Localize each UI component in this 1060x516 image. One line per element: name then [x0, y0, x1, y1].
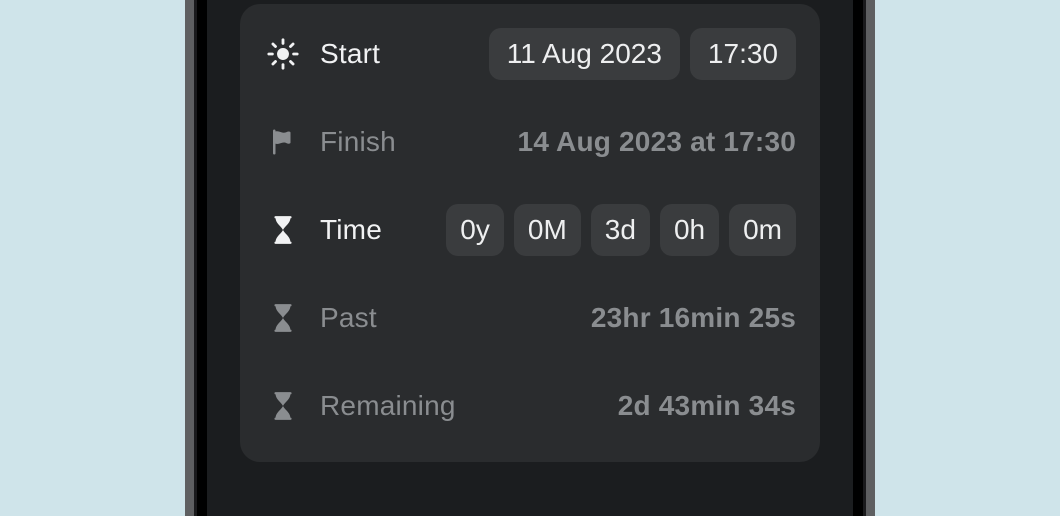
- remaining-value: 2d 43min 34s: [618, 390, 796, 422]
- start-label: Start: [320, 38, 380, 70]
- remaining-row: Remaining 2d 43min 34s: [264, 368, 796, 444]
- start-date-picker[interactable]: 11 Aug 2023: [489, 28, 680, 80]
- past-value: 23hr 16min 25s: [591, 302, 796, 334]
- flag-icon: [264, 127, 302, 157]
- time-years[interactable]: 0y: [446, 204, 504, 256]
- hourglass-icon: [264, 215, 302, 245]
- time-hours[interactable]: 0h: [660, 204, 719, 256]
- start-row: Start 11 Aug 2023 17:30: [264, 16, 796, 92]
- past-label: Past: [320, 302, 377, 334]
- start-time-picker[interactable]: 17:30: [690, 28, 796, 80]
- time-row: Time 0y 0M 3d 0h 0m: [264, 192, 796, 268]
- time-label: Time: [320, 214, 382, 246]
- time-months[interactable]: 0M: [514, 204, 581, 256]
- finish-value: 14 Aug 2023 at 17:30: [518, 126, 796, 158]
- hourglass-remaining-icon: [264, 391, 302, 421]
- screen: Start 11 Aug 2023 17:30 Finish 14 Aug 20: [207, 0, 853, 516]
- device-frame: Start 11 Aug 2023 17:30 Finish 14 Aug 20: [185, 0, 875, 516]
- remaining-label: Remaining: [320, 390, 456, 422]
- sun-icon: [264, 37, 302, 71]
- time-parts: 0y 0M 3d 0h 0m: [446, 204, 796, 256]
- past-row: Past 23hr 16min 25s: [264, 280, 796, 356]
- time-minutes[interactable]: 0m: [729, 204, 796, 256]
- finish-row: Finish 14 Aug 2023 at 17:30: [264, 104, 796, 180]
- time-days[interactable]: 3d: [591, 204, 650, 256]
- timer-card: Start 11 Aug 2023 17:30 Finish 14 Aug 20: [240, 4, 820, 462]
- finish-label: Finish: [320, 126, 396, 158]
- start-values: 11 Aug 2023 17:30: [489, 28, 796, 80]
- hourglass-past-icon: [264, 303, 302, 333]
